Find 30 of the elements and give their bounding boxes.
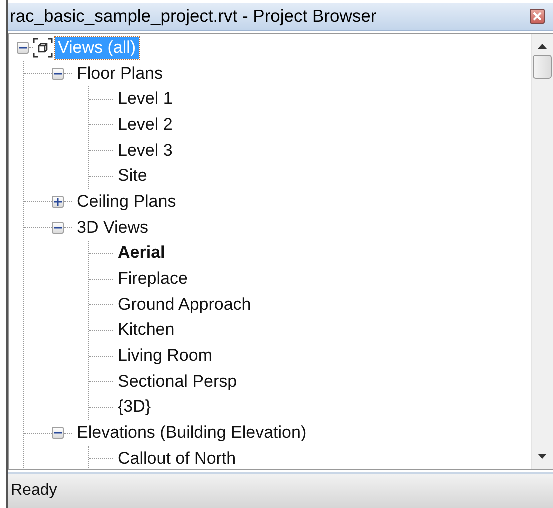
window-title: rac_basic_sample_project.rvt - Project Browser <box>10 6 377 27</box>
tree-item[interactable]: {3D} <box>115 396 154 418</box>
scroll-down-icon[interactable] <box>538 454 547 459</box>
scroll-thumb[interactable] <box>533 55 552 79</box>
tree-item[interactable]: Level 2 <box>115 114 176 136</box>
tree-item[interactable]: 3D Views <box>74 216 152 239</box>
views-icon <box>33 38 53 58</box>
status-text: Ready <box>11 482 58 500</box>
scrollbar[interactable] <box>531 34 553 469</box>
expander-button[interactable] <box>52 427 64 440</box>
tree-item[interactable]: Aerial <box>115 242 168 264</box>
tree-item[interactable]: Living Room <box>115 345 216 368</box>
expander-button[interactable] <box>52 68 64 80</box>
expander-button[interactable] <box>52 222 64 234</box>
tree-item[interactable]: Site <box>115 165 150 188</box>
tree-item[interactable]: Fireplace <box>115 268 191 290</box>
tree-item[interactable]: Level 3 <box>115 140 176 162</box>
tree-item[interactable]: Ceiling Plans <box>74 190 180 213</box>
plus-icon <box>54 198 62 206</box>
tree-item[interactable]: Level 1 <box>115 88 176 110</box>
tree-item[interactable]: Ground Approach <box>115 294 254 316</box>
tree-item[interactable]: Callout of North <box>115 448 240 469</box>
tree-item[interactable]: Floor Plans <box>74 62 166 85</box>
tree-item[interactable]: Sectional Persp <box>115 370 240 393</box>
tree-item[interactable]: Elevations (Building Elevation) <box>74 422 310 444</box>
scroll-up-icon[interactable] <box>538 44 547 49</box>
tree-item[interactable]: Kitchen <box>115 319 178 342</box>
expander-button[interactable] <box>52 196 64 208</box>
expander-button[interactable] <box>17 42 29 54</box>
close-button[interactable] <box>530 9 545 24</box>
